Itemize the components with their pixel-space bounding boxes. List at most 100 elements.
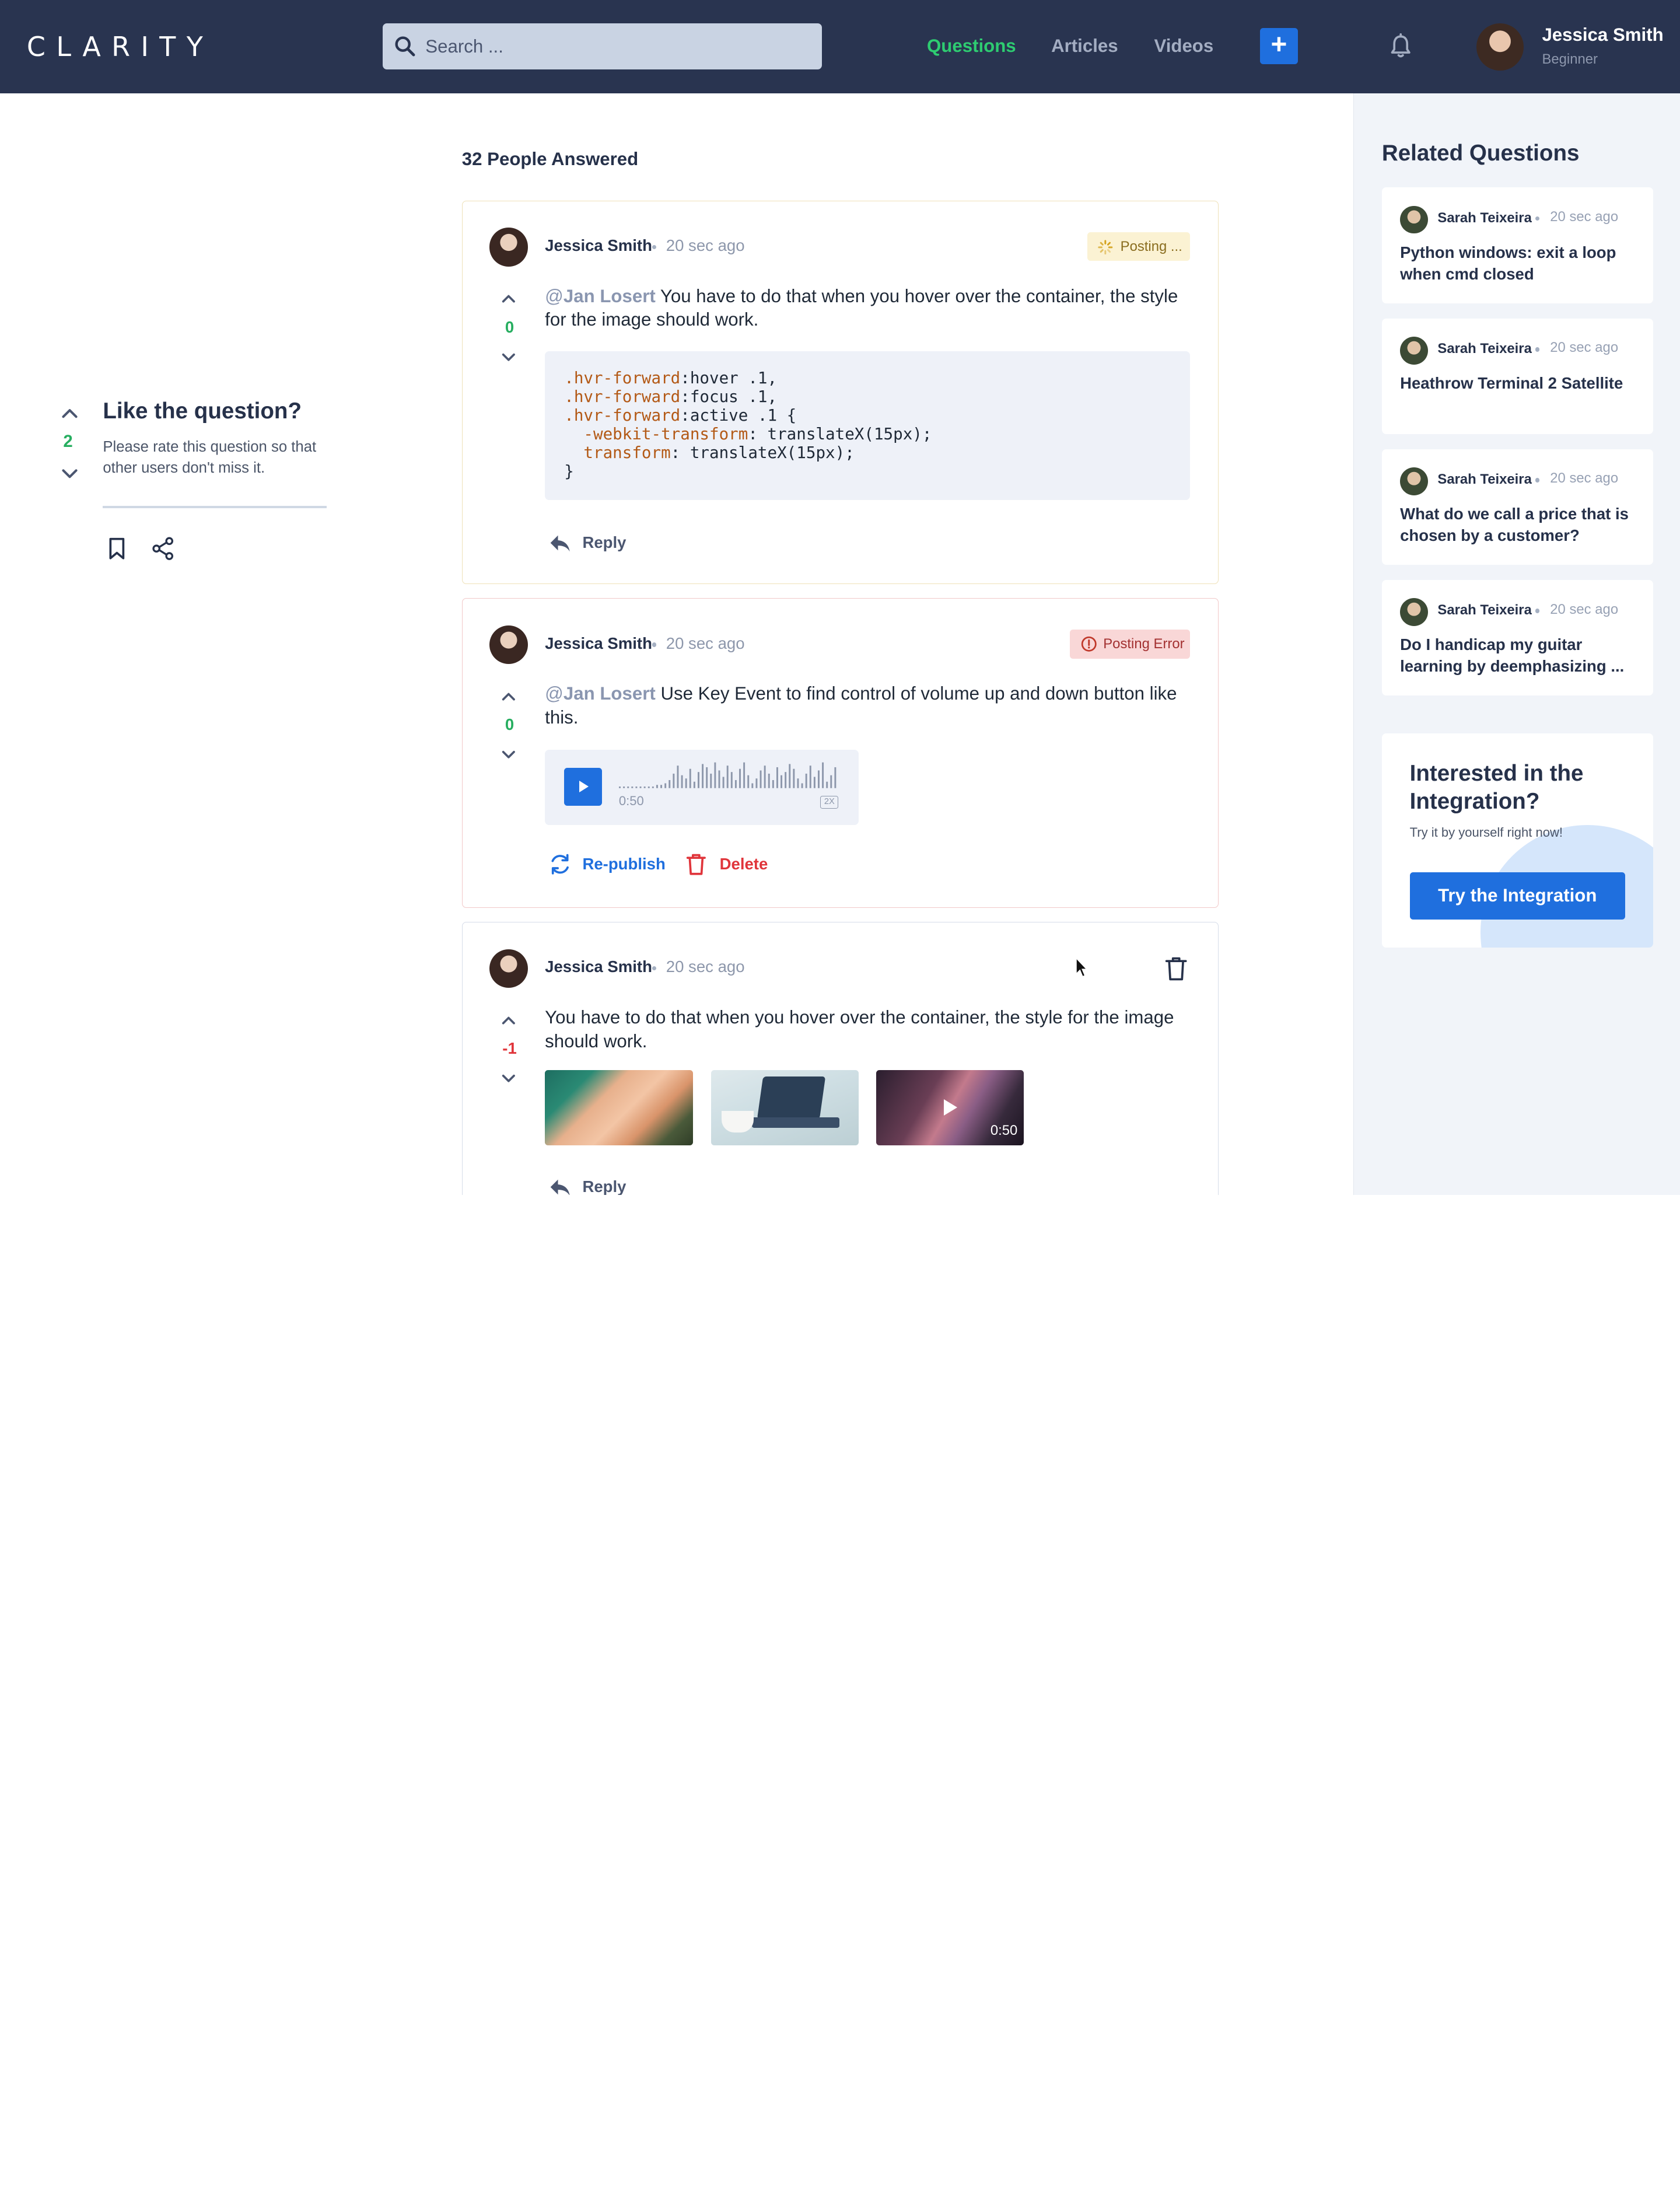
code-selector: .hvr-forward [564,368,681,387]
waveform-bar [618,787,621,789]
waveform-bar [834,767,836,789]
avatar [1400,598,1428,626]
downvote-icon[interactable] [501,1074,516,1084]
rq-author: Sarah Teixeira [1437,341,1532,357]
sidebar-title: Related Questions [1381,140,1580,166]
audio-waveform[interactable] [618,760,839,789]
waveform-bar [722,777,724,789]
like-question-title: Like the question? [103,399,302,424]
play-button[interactable] [564,768,602,806]
downvote-icon[interactable] [501,750,516,760]
separator-dot [1535,216,1539,221]
downvote-icon[interactable] [501,352,516,363]
code-text: } [564,462,574,481]
rq-title[interactable]: What do we call a price that is chosen b… [1400,504,1641,546]
waveform-bar [768,774,770,789]
nav-videos[interactable]: Videos [1154,36,1213,57]
waveform-bar [685,778,687,789]
answer-text: You have to do that when you hover over … [545,1007,1174,1051]
avatar[interactable] [489,228,528,267]
mention-link[interactable]: Jan Losert [564,683,656,704]
video-thumbnail[interactable]: 0:50 [876,1070,1024,1145]
code-block: .hvr-forward:hover .1, .hvr-forward:focus… [545,351,1191,501]
answers-heading: 32 People Answered [461,149,639,170]
share-icon[interactable] [151,537,174,561]
waveform-bar [734,780,737,789]
avatar[interactable] [489,949,528,988]
related-question-card[interactable]: Sarah Teixeira 20 sec ago Python windows… [1381,187,1653,303]
waveform-bar [706,767,708,789]
separator-dot [1535,609,1539,613]
waveform-bar [668,780,671,789]
waveform-bar [764,766,766,789]
answer-time: 20 sec ago [666,957,745,976]
trash-icon[interactable] [1164,956,1188,981]
search-input[interactable] [425,23,811,70]
waveform-bar [797,778,799,789]
rq-title[interactable]: Python windows: exit a loop when cmd clo… [1400,242,1641,285]
rq-title[interactable]: Heathrow Terminal 2 Satellite [1400,373,1641,394]
upvote-icon[interactable] [60,405,79,420]
nav-questions[interactable]: Questions [927,36,1016,57]
bookmark-icon[interactable] [106,537,128,560]
answer-card: Jessica Smith 20 sec ago -1 You have to … [461,921,1219,1196]
code-text: :focus .1, [680,387,778,406]
related-question-card[interactable]: Sarah Teixeira 20 sec ago Do I handicap … [1381,579,1653,696]
related-question-card[interactable]: Sarah Teixeira 20 sec ago What do we cal… [1381,449,1653,565]
waveform-bar [660,785,662,789]
user-avatar[interactable] [1476,23,1524,71]
audio-duration: 0:50 [618,794,644,809]
image-thumbnail-laptop[interactable] [710,1070,859,1145]
like-question-subtitle: Please rate this question so that other … [103,438,317,477]
downvote-icon[interactable] [60,466,79,481]
waveform-bar [743,763,746,789]
waveform-bar [697,772,699,789]
vote-count: 0 [505,715,514,734]
answer-author[interactable]: Jessica Smith [545,236,652,255]
bell-icon[interactable] [1389,33,1412,59]
mention-link[interactable]: Jan Losert [564,286,656,306]
answer-author[interactable]: Jessica Smith [545,957,652,976]
code-property: -webkit-transform [564,424,748,443]
laptop-shape [757,1076,826,1120]
answer-card: Jessica Smith 20 sec ago Posting ... 0 @… [461,200,1219,585]
promo-subtitle: Try it by yourself right now! [1409,825,1563,840]
waveform-bar [801,783,803,789]
logo[interactable]: CLARITY [27,31,214,62]
play-icon [943,1099,957,1116]
playback-speed-button[interactable]: 2X [820,796,839,809]
search-icon [395,36,415,57]
waveform-bar [648,787,650,789]
upvote-icon[interactable] [501,293,516,303]
search-bar[interactable] [382,23,822,70]
related-question-card[interactable]: Sarah Teixeira 20 sec ago Heathrow Termi… [1381,318,1653,434]
rq-title[interactable]: Do I handicap my guitar learning by deem… [1400,634,1641,677]
answer-author[interactable]: Jessica Smith [545,634,652,653]
waveform-bar [785,772,787,789]
code-text: :active .1 { [680,406,797,425]
reply-icon [550,535,570,552]
trash-icon [686,854,706,875]
separator-dot [652,244,657,250]
waveform-bar [710,774,712,789]
status-badge-error: Posting Error [1070,630,1191,659]
user-name[interactable]: Jessica Smith [1542,25,1663,46]
question-vote-count: 2 [63,432,73,452]
waveform-bar [809,766,811,789]
avatar[interactable] [489,625,528,665]
waveform-bar [623,787,625,789]
add-button[interactable]: + [1260,27,1298,65]
upvote-icon[interactable] [501,1015,516,1025]
status-label: Posting Error [1103,636,1185,652]
top-navbar: CLARITY Questions Articles Videos + Jess… [0,0,1680,93]
delete-label: Delete [719,855,768,873]
image-thumbnail-beach[interactable] [545,1070,693,1145]
try-integration-button[interactable]: Try the Integration [1409,872,1625,920]
code-line: transform: translateX(15px); [564,443,1171,463]
nav-articles[interactable]: Articles [1051,36,1118,57]
reply-label: Reply [582,1177,626,1196]
upvote-icon[interactable] [501,691,516,701]
waveform-bar [755,778,758,789]
answer-text: @Jan Losert You have to do that when you… [545,285,1193,332]
page: CLARITY Questions Articles Videos + Jess… [0,0,1680,1196]
